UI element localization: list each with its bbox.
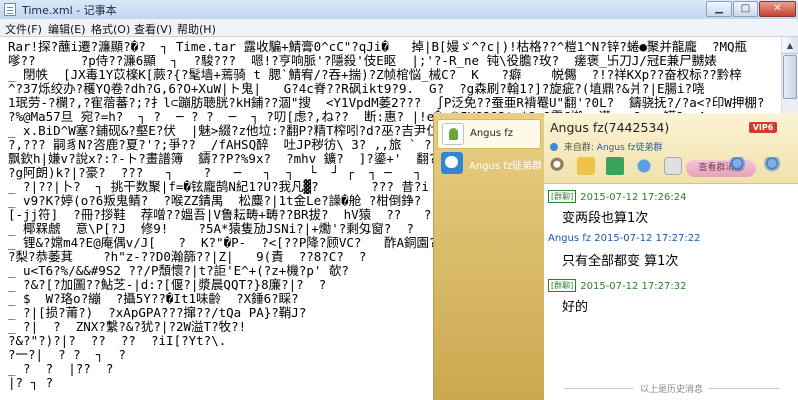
maximize-icon: □ xyxy=(740,3,751,14)
minimize-icon: ▁ xyxy=(715,3,723,14)
notepad-icon xyxy=(4,3,16,16)
group-chat-tag: [群聊] xyxy=(548,190,577,203)
source-prefix: 来自群: xyxy=(563,143,594,153)
conversation-list: Angus fz Angus fz徒弟群 xyxy=(434,113,544,400)
vip-icon: VIP6 xyxy=(749,122,777,133)
remote-icon[interactable] xyxy=(664,157,682,175)
menu-file[interactable]: 文件(F) xyxy=(5,21,42,37)
chat-title: Angus fz(7442534) xyxy=(550,120,670,135)
message-text: 好的 xyxy=(562,300,589,315)
menu-edit[interactable]: 编辑(E) xyxy=(48,21,86,37)
screenshot-icon[interactable] xyxy=(635,157,653,175)
source-info: 来自群: Angus fz徒弟群 xyxy=(550,140,663,153)
conversation-item-group[interactable]: Angus fz徒弟群 xyxy=(437,149,543,179)
notepad-title-bar[interactable]: Time.xml - 记事本 ▁ □ ✕ xyxy=(0,0,798,20)
menu-bar: 文件(F) 编辑(E) 格式(O) 查看(V) 帮助(H) xyxy=(0,19,798,37)
add-friend-icon[interactable] xyxy=(730,157,748,175)
maximize-button[interactable]: □ xyxy=(733,1,758,17)
message-header: [群聊] 2015-07-12 17:27:32 xyxy=(548,279,686,292)
conversation-name: Angus fz徒弟群 xyxy=(469,161,543,172)
menu-format[interactable]: 格式(O) xyxy=(91,21,130,37)
contact-avatar-icon xyxy=(442,123,464,145)
group-chat-tag: [群聊] xyxy=(548,279,577,292)
message-text: 只有全部都变 算1次 xyxy=(562,254,679,269)
text-line: |? ┐ ? xyxy=(8,375,54,390)
conversation-name: Angus fz xyxy=(470,128,514,139)
video-icon[interactable] xyxy=(606,157,624,175)
menu-help[interactable]: 帮助(H) xyxy=(177,21,216,37)
voice-icon[interactable] xyxy=(548,157,566,175)
window-title: Time.xml - 记事本 xyxy=(22,4,117,17)
conversation-item-angus[interactable]: Angus fz xyxy=(437,119,541,149)
message-header: Angus fz 2015-07-12 17:27:22 xyxy=(548,233,700,244)
message-header: [群聊] 2015-07-12 17:26:24 xyxy=(548,190,686,203)
group-dot-icon xyxy=(550,143,558,151)
message-sender: Angus fz xyxy=(548,233,592,244)
message-time: 2015-07-12 17:27:32 xyxy=(580,281,687,292)
message-text: 变两段也算1次 xyxy=(562,211,649,226)
message-time: 2015-07-12 17:27:22 xyxy=(594,233,701,244)
more-icon[interactable] xyxy=(764,157,782,175)
qq-chat-window: Angus fz Angus fz徒弟群 Angus fz(7442534) V… xyxy=(433,113,798,400)
send-file-icon[interactable] xyxy=(577,157,595,175)
menu-view[interactable]: 查看(V) xyxy=(134,21,172,37)
message-list[interactable]: [群聊] 2015-07-12 17:26:24 变两段也算1次 Angus fz… xyxy=(544,184,798,400)
history-divider: 以上是历史消息 xyxy=(544,382,798,395)
message-time: 2015-07-12 17:26:24 xyxy=(580,192,687,203)
close-button[interactable]: ✕ xyxy=(759,1,796,17)
source-group-link[interactable]: Angus fz徒弟群 xyxy=(597,143,663,153)
close-icon: ✕ xyxy=(773,3,782,14)
history-label: 以上是历史消息 xyxy=(639,385,703,395)
chat-panel: Angus fz(7442534) VIP6 来自群: Angus fz徒弟群 … xyxy=(544,113,798,400)
minimize-button[interactable]: ▁ xyxy=(706,1,732,17)
group-avatar-icon xyxy=(441,152,463,174)
scroll-thumb[interactable] xyxy=(783,55,797,99)
scroll-up-button[interactable]: ▲ xyxy=(782,37,798,54)
chat-header: Angus fz(7442534) VIP6 来自群: Angus fz徒弟群 … xyxy=(544,113,798,184)
